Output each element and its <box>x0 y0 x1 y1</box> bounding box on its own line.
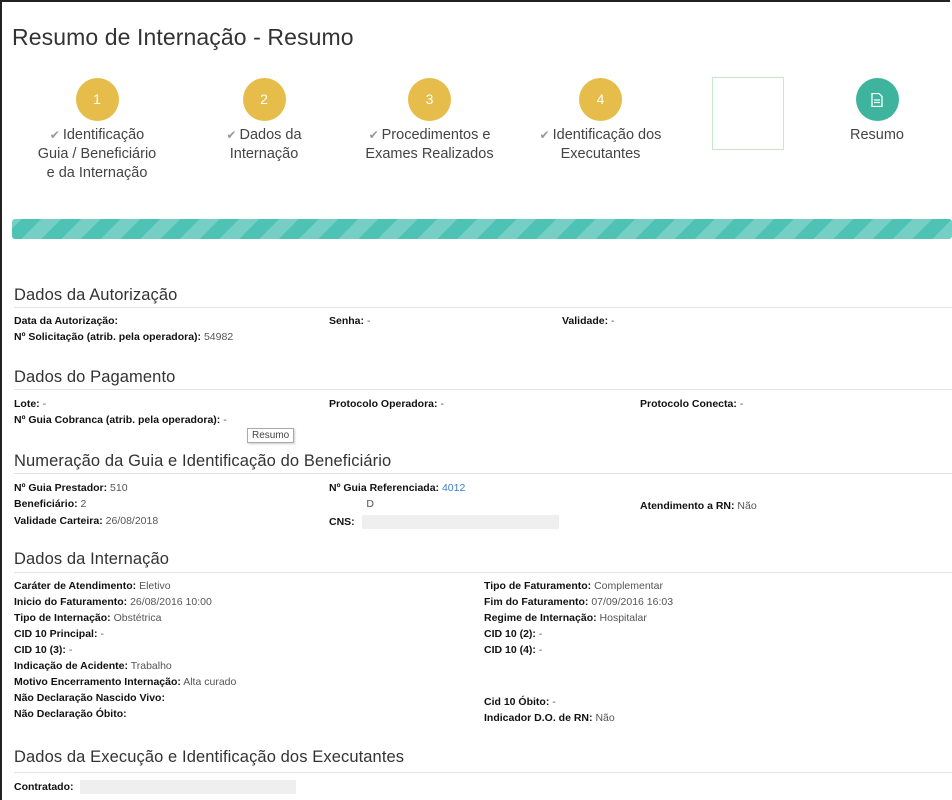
section-divider <box>14 307 952 308</box>
field-cid10-3: CID 10 (3): - <box>14 644 73 656</box>
field-indicacao-acidente: Indicação de Acidente: Trabalho <box>14 660 172 672</box>
section-divider <box>14 572 952 573</box>
field-cid10-principal: CID 10 Principal: - <box>14 628 104 640</box>
section-title-execucao: Dados da Execução e Identificação dos Ex… <box>14 748 405 766</box>
section-title-pagamento: Dados do Pagamento <box>14 368 176 386</box>
wizard-step-resumo[interactable]: Resumo <box>837 78 917 145</box>
step-label: ✔ Procedimentos e Exames Realizados <box>365 127 494 162</box>
step-number-badge: 4 <box>579 78 622 121</box>
page-title: Resumo de Internação - Resumo <box>12 24 354 50</box>
guia-referenciada-link[interactable]: 4012 <box>442 482 465 494</box>
field-cid10-obito: Cid 10 Óbito: - <box>484 696 556 708</box>
page-frame: Resumo de Internação - Resumo 1 ✔ Identif… <box>0 0 952 800</box>
field-senha: Senha: - <box>329 315 371 327</box>
check-icon: ✔ <box>368 128 379 142</box>
field-motivo-encerramento: Motivo Encerramento Internação: Alta cur… <box>14 676 237 688</box>
field-inicio-faturamento: Inicio do Faturamento: 26/08/2016 10:00 <box>14 596 212 608</box>
wizard-step-3[interactable]: 3 ✔ Procedimentos e Exames Realizados <box>357 78 502 164</box>
section-title-guia-beneficiario: Numeração da Guia e Identificação do Ben… <box>14 452 392 470</box>
field-carater-atendimento: Caráter de Atendimento: Eletivo <box>14 580 171 592</box>
wizard-step-2[interactable]: 2 ✔ Dados da Internação <box>214 78 314 164</box>
step-active-badge <box>855 78 899 121</box>
field-cid10-4: CID 10 (4): - <box>484 644 543 656</box>
step-number-badge: 3 <box>408 78 451 121</box>
section-title-internacao: Dados da Internação <box>14 550 170 568</box>
wizard-step-4[interactable]: 4 ✔ Identificação dos Executantes <box>528 78 673 164</box>
section-divider <box>14 772 952 773</box>
section-divider <box>14 389 952 390</box>
field-guia-cobranca: Nº Guia Cobranca (atrib. pela operadora)… <box>14 414 227 426</box>
step-label: ✔ Identificação Guia / Beneficiário e da … <box>37 127 157 181</box>
field-lote: Lote: - <box>14 398 47 410</box>
step-label: Resumo <box>850 127 904 143</box>
field-tipo-internacao: Tipo de Internação: Obstétrica <box>14 612 162 624</box>
step-label: ✔ Dados da Internação <box>226 127 302 162</box>
field-protocolo-conecta: Protocolo Conecta: - <box>640 398 744 410</box>
wizard-progress-bar <box>12 219 952 239</box>
field-protocolo-operadora: Protocolo Operadora: - <box>329 398 444 410</box>
field-guia-referenciada: Nº Guia Referenciada: 4012 <box>329 482 466 494</box>
field-validade: Validade: - <box>562 315 615 327</box>
field-regime-internacao: Regime de Internação: Hospitalar <box>484 612 647 624</box>
field-indicador-do-rn: Indicador D.O. de RN: Não <box>484 712 615 724</box>
field-atendimento-rn: Atendimento a RN: Não <box>640 500 757 512</box>
field-beneficiario: Beneficiário: 2D <box>14 498 374 510</box>
step-label: ✔ Identificação dos Executantes <box>539 127 662 162</box>
field-guia-prestador: Nº Guia Prestador: 510 <box>14 482 128 494</box>
step-number-badge: 1 <box>75 78 119 121</box>
step-number-badge: 2 <box>242 78 286 121</box>
check-icon: ✔ <box>49 128 60 142</box>
wizard-step-1[interactable]: 1 ✔ Identificação Guia / Beneficiário e d… <box>37 78 157 183</box>
empty-step-box <box>712 77 784 150</box>
section-divider <box>14 473 952 474</box>
field-validade-carteira: Validade Carteira: 26/08/2018 <box>14 515 159 527</box>
field-cid10-2: CID 10 (2): - <box>484 628 543 640</box>
field-data-autorizacao: Data da Autorização: <box>14 315 119 327</box>
field-n-solicitacao: Nº Solicitação (atrib. pela operadora): … <box>14 331 234 343</box>
field-fim-faturamento: Fim do Faturamento: 07/09/2016 16:03 <box>484 596 674 608</box>
document-icon <box>871 93 883 108</box>
section-title-autorizacao: Dados da Autorização <box>14 286 178 304</box>
field-tipo-faturamento: Tipo de Faturamento: Complementar <box>484 580 663 592</box>
tooltip: Resumo <box>247 428 295 443</box>
check-icon: ✔ <box>539 128 550 142</box>
field-cns: CNS: <box>329 515 559 529</box>
field-nao-declaracao-nascido-vivo: Não Declaração Nascido Vivo: <box>14 692 165 704</box>
check-icon: ✔ <box>226 128 237 142</box>
redacted-value <box>361 515 559 529</box>
field-nao-declaracao-obito: Não Declaração Óbito: <box>14 708 127 720</box>
